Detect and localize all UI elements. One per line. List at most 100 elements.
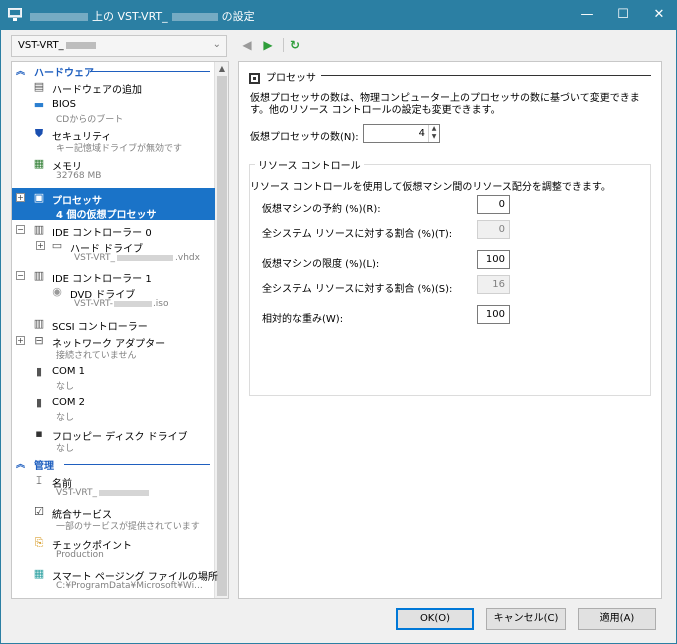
section-management[interactable]: ︽ 管理 <box>12 457 215 472</box>
collapse-icon: ︽ <box>16 67 26 77</box>
title-bar: 上の VST-VRT_ の設定 — ☐ ✕ <box>0 0 677 30</box>
hard-drive-sub: VST-VRT_ .vhdx <box>74 253 200 263</box>
redacted-vm <box>171 13 218 21</box>
forward-button[interactable]: ▶ <box>260 37 276 53</box>
scroll-thumb[interactable] <box>217 76 227 596</box>
close-button[interactable]: ✕ <box>641 0 677 30</box>
section-hardware-label: ハードウェア <box>34 68 94 79</box>
refresh-button[interactable]: ↻ <box>287 37 303 53</box>
ide-controller-icon: ▥ <box>33 269 45 282</box>
reserve-input[interactable]: 0 <box>477 195 510 214</box>
cancel-button[interactable]: キャンセル(C) <box>486 608 566 630</box>
network-adapter-icon: ⊟ <box>34 334 44 347</box>
tree-item-scsi[interactable]: ▥ SCSI コントローラー <box>12 316 215 333</box>
com1-sub: なし <box>56 382 75 392</box>
tree-item-ide1[interactable]: − ▥ IDE コントローラー 1 <box>12 268 215 285</box>
panel-description: 仮想プロセッサの数は、物理コンピューター上のプロセッサの数に基づいて変更できます… <box>250 93 640 116</box>
minimize-button[interactable]: — <box>569 0 605 30</box>
tree-item-security[interactable]: ⛊ セキュリティ キー記憶域ドライブが無効です <box>12 126 215 154</box>
collapse-icon[interactable]: − <box>16 271 25 280</box>
tree-item-dvd-drive[interactable]: ◉ DVD ドライブ VST-VRT- .iso <box>12 284 215 312</box>
section-hardware[interactable]: ︽ ハードウェア <box>12 64 215 79</box>
name-tag-icon: 𝙸 <box>35 474 43 487</box>
reserve-label: 仮想マシンの予約 (%)(R): <box>262 204 381 215</box>
com1-label: COM 1 <box>52 366 86 377</box>
toolbar-separator <box>283 38 284 52</box>
bios-sub: CDからのブート <box>56 115 124 125</box>
reserve-percent-label: 全システム リソースに対する割合 (%)(T): <box>262 229 453 240</box>
vm-selector[interactable]: VST-VRT_ ⌄ <box>11 35 227 57</box>
tree-item-hard-drive[interactable]: + ▭ ハード ドライブ VST-VRT_ .vhdx <box>12 238 215 266</box>
limit-percent-label: 全システム リソースに対する割合 (%)(S): <box>262 284 453 295</box>
checkpoint-icon: ⎘ <box>34 536 44 549</box>
spin-down-icon[interactable]: ▼ <box>429 133 439 141</box>
tree-item-memory[interactable]: ▦ メモリ 32768 MB <box>12 156 215 184</box>
bios-label: BIOS <box>52 99 77 110</box>
com2-sub: なし <box>56 413 75 423</box>
com-port-icon: ▮ <box>35 365 43 378</box>
resource-control-description: リソース コントロールを使用して仮想マシン間のリソース配分を調整できます。 <box>250 182 611 193</box>
tree-item-integration[interactable]: ☑ 統合サービス 一部のサービスが提供されています <box>12 504 215 532</box>
section-management-label: 管理 <box>34 461 54 472</box>
collapse-icon[interactable]: − <box>16 225 25 234</box>
smart-paging-icon: ▦ <box>33 567 45 580</box>
close-icon: ✕ <box>653 7 665 22</box>
network-sub: 接続されていません <box>56 351 137 361</box>
add-hardware-label: ハードウェアの追加 <box>52 85 142 96</box>
tree-item-name[interactable]: 𝙸 名前 VST-VRT_ <box>12 473 215 501</box>
limit-percent-field: 16 <box>477 275 510 294</box>
tree-item-com2[interactable]: ▮ COM 2 なし <box>12 395 215 423</box>
spin-up-icon[interactable]: ▲ <box>429 125 439 133</box>
ide-controller-icon: ▥ <box>33 223 45 236</box>
refresh-icon: ↻ <box>289 38 301 52</box>
dvd-icon: ◉ <box>52 285 62 298</box>
section-rule <box>64 464 210 465</box>
expand-icon[interactable]: + <box>36 241 45 250</box>
ide1-label: IDE コントローラー 1 <box>52 274 152 285</box>
section-rule <box>90 71 210 72</box>
apply-button[interactable]: 適用(A) <box>578 608 656 630</box>
tree-item-floppy[interactable]: ▪ フロッピー ディスク ドライブ なし <box>12 426 215 454</box>
processor-settings-panel: プロセッサ 仮想プロセッサの数は、物理コンピューター上のプロセッサの数に基づいて… <box>238 61 662 599</box>
reserve-percent-field: 0 <box>477 220 510 239</box>
weight-input[interactable]: 100 <box>477 305 510 324</box>
limit-input[interactable]: 100 <box>477 250 510 269</box>
tree-item-com1[interactable]: ▮ COM 1 なし <box>12 364 215 392</box>
minimize-icon: — <box>580 7 594 22</box>
tree-item-smart-paging[interactable]: ▦ スマート ページング ファイルの場所 C:¥ProgramData¥Micr… <box>12 566 218 594</box>
scsi-controller-icon: ▥ <box>33 317 45 330</box>
com2-label: COM 2 <box>52 397 86 408</box>
maximize-button[interactable]: ☐ <box>605 0 641 30</box>
chevron-down-icon: ⌄ <box>212 39 221 50</box>
vcpu-count-stepper[interactable]: 4 ▲ ▼ <box>363 124 440 143</box>
vcpu-count-label: 仮想プロセッサの数(N): <box>250 132 359 143</box>
tree-item-processor[interactable]: + ▣ プロセッサ 4 個の仮想プロセッサ <box>12 188 215 221</box>
collapse-icon: ︽ <box>16 460 26 470</box>
tree-item-add-hardware[interactable]: ▤ ハードウェアの追加 <box>12 79 215 96</box>
processor-sub: 4 個の仮想プロセッサ <box>56 210 157 221</box>
expand-icon[interactable]: + <box>16 193 25 202</box>
scsi-label: SCSI コントローラー <box>52 322 148 333</box>
redacted-vm-name <box>65 41 96 49</box>
tree-item-checkpoint[interactable]: ⎘ チェックポイント Production <box>12 535 215 563</box>
limit-label: 仮想マシンの限度 (%)(L): <box>262 259 380 270</box>
title-rule <box>321 75 651 76</box>
resource-control-title: リソース コントロール <box>255 157 364 172</box>
back-button[interactable]: ◀ <box>239 37 255 53</box>
settings-tree[interactable]: ▲ ︽ ハードウェア ▤ ハードウェアの追加 ▬ BIOS CDからのブート ⛊… <box>11 61 229 599</box>
tree-item-network[interactable]: + ⊟ ネットワーク アダプター 接続されていません <box>12 333 215 361</box>
expand-icon[interactable]: + <box>16 336 25 345</box>
back-icon: ◀ <box>242 38 252 52</box>
name-sub: VST-VRT_ <box>56 488 150 498</box>
stepper-buttons[interactable]: ▲ ▼ <box>428 125 439 142</box>
tree-scrollbar[interactable]: ▲ <box>214 62 228 598</box>
tree-item-ide0[interactable]: − ▥ IDE コントローラー 0 <box>12 222 215 239</box>
vcpu-count-value: 4 <box>418 128 425 139</box>
ok-button[interactable]: OK(O) <box>396 608 474 630</box>
integration-services-icon: ☑ <box>34 505 44 518</box>
memory-sub: 32768 MB <box>56 171 102 181</box>
paging-sub: C:¥ProgramData¥Microsoft¥Wi... <box>56 581 203 591</box>
hyper-v-icon <box>8 8 22 21</box>
scroll-up-icon[interactable]: ▲ <box>215 62 228 76</box>
tree-item-bios[interactable]: ▬ BIOS CDからのブート <box>12 97 215 125</box>
